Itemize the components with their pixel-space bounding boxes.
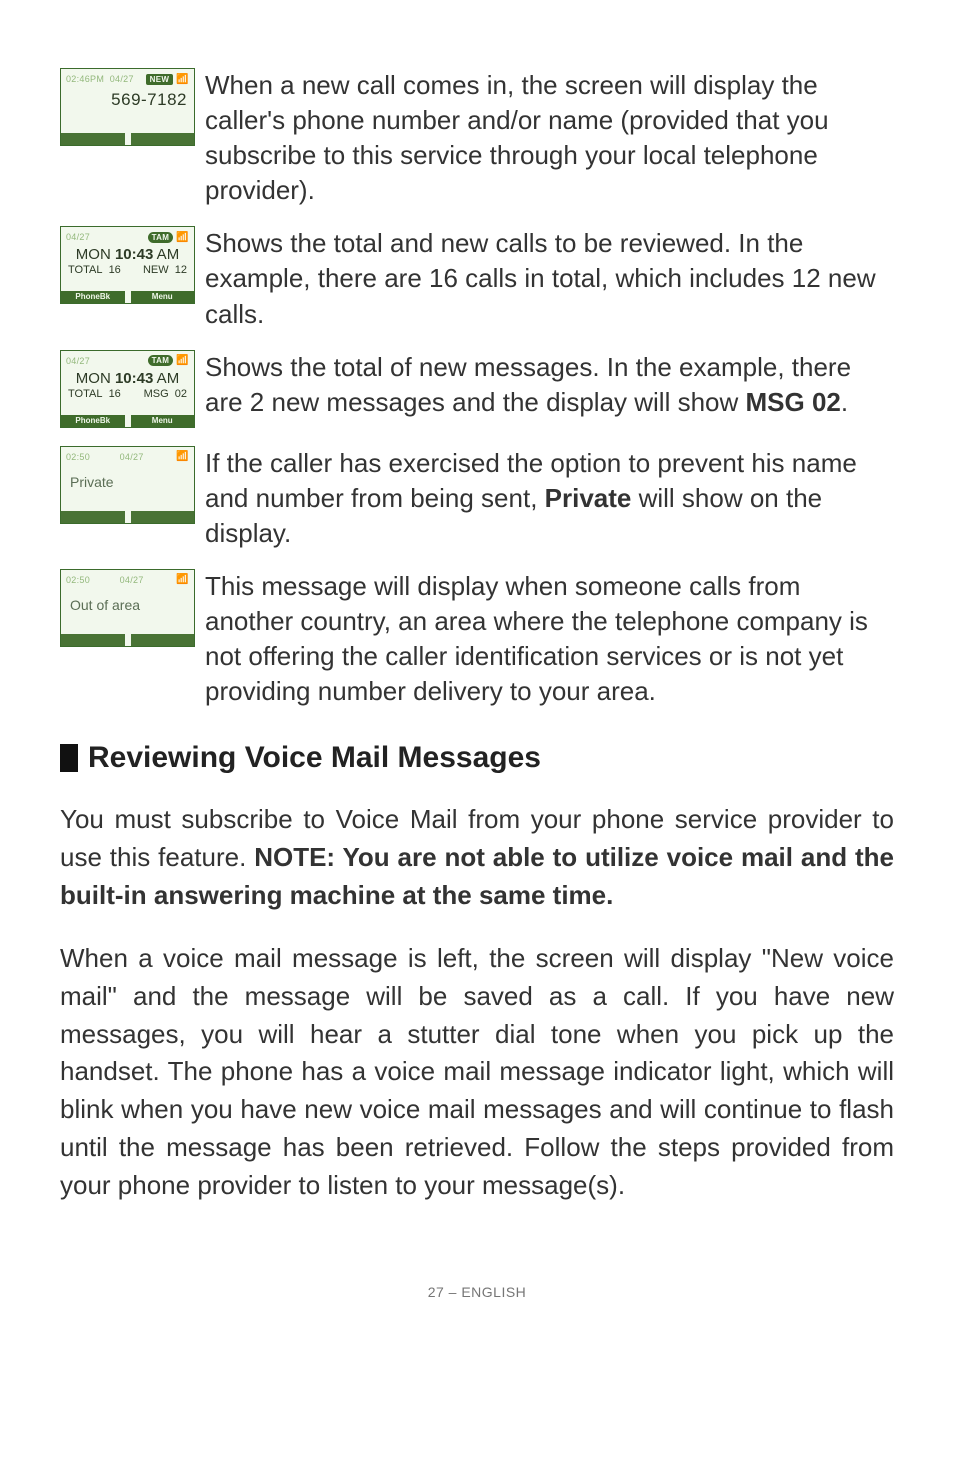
private-text: Private [66,474,189,490]
softkey-menu[interactable]: Menu [131,415,195,427]
antenna-icon: 📶 [176,451,189,462]
heading-square-icon [60,744,78,772]
softkey-phonebk[interactable]: PhoneBk [61,291,125,303]
lcd-time: 02:50 [66,575,90,585]
page-footer: 27 – ENGLISH [60,1284,894,1300]
section-heading: Reviewing Voice Mail Messages [60,741,894,775]
softkey-menu[interactable]: Menu [131,291,195,303]
antenna-icon: 📶 [176,355,189,366]
lcd-private: 02:50 04/27 📶 Private [60,446,195,524]
desc-total-new: Shows the total and new calls to be revi… [205,226,894,331]
softkey-phonebk[interactable]: PhoneBk [61,415,125,427]
row-private: 02:50 04/27 📶 Private If the caller has … [60,446,894,551]
body-paragraph-1: You must subscribe to Voice Mail from yo… [60,801,894,914]
softkey-bar [61,511,194,523]
counter-line: TOTAL 16 NEW 12 [66,264,189,276]
lcd-out-of-area: 02:50 04/27 📶 Out of area [60,569,195,647]
new-badge: NEW [146,74,174,85]
softkey-bar [61,133,194,145]
desc-msg: Shows the total of new messages. In the … [205,350,894,420]
clock-line: MON 10:43 AM [66,246,189,263]
lcd-date: 04/27 [66,232,90,242]
body-paragraph-2: When a voice mail message is left, the s… [60,940,894,1204]
lcd-time: 02:50 [66,452,90,462]
antenna-icon: 📶 [176,232,189,243]
tam-badge: TAM [148,355,174,366]
antenna-icon: 📶 [176,74,189,85]
tam-badge: TAM [148,232,174,243]
softkey-bar [61,634,194,646]
lcd-date: 04/27 [120,575,144,585]
desc-out-of-area: This message will display when someone c… [205,569,894,709]
lcd-time: 02:46PM [66,74,104,84]
lcd-msg: 04/27 TAM 📶 MON 10:43 AM TOTAL 16 MSG 02… [60,350,195,428]
lcd-date: 04/27 [120,452,144,462]
row-msg: 04/27 TAM 📶 MON 10:43 AM TOTAL 16 MSG 02… [60,350,894,428]
caller-number: 569-7182 [66,90,189,110]
counter-line: TOTAL 16 MSG 02 [66,388,189,400]
lcd-incoming-call: 02:46PM 04/27 NEW 📶 569-7182 [60,68,195,146]
desc-private: If the caller has exercised the option t… [205,446,894,551]
softkey-bar: PhoneBk Menu [61,415,194,427]
row-new-call: 02:46PM 04/27 NEW 📶 569-7182 When a new … [60,68,894,208]
softkey-bar: PhoneBk Menu [61,291,194,303]
antenna-icon: 📶 [176,574,189,585]
clock-line: MON 10:43 AM [66,370,189,387]
row-out-of-area: 02:50 04/27 📶 Out of area This message w… [60,569,894,709]
lcd-total-new: 04/27 TAM 📶 MON 10:43 AM TOTAL 16 NEW 12… [60,226,195,304]
row-total-new: 04/27 TAM 📶 MON 10:43 AM TOTAL 16 NEW 12… [60,226,894,331]
lcd-date: 04/27 [110,74,134,84]
lcd-date: 04/27 [66,356,90,366]
desc-new-call: When a new call comes in, the screen wil… [205,68,894,208]
out-of-area-text: Out of area [66,597,189,613]
